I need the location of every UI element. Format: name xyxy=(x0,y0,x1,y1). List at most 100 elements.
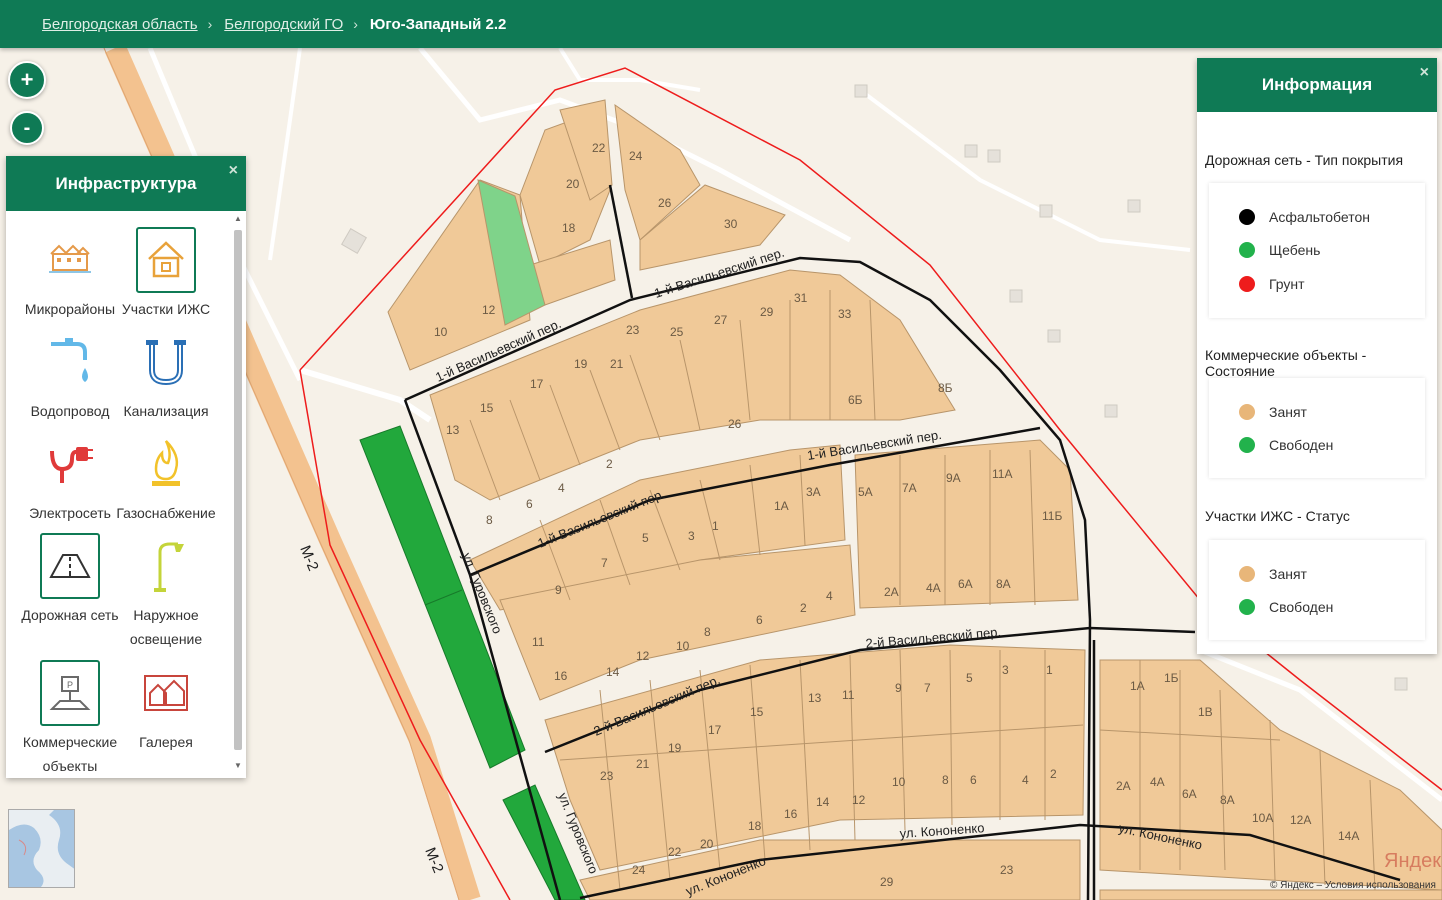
infra-item-lighting[interactable]: Наружное освещение xyxy=(112,533,220,651)
plot-number: 16 xyxy=(554,669,568,683)
infrastructure-grid: Микрорайоны Участки ИЖС Водопровод Канал… xyxy=(6,211,230,778)
plot-number: 8 xyxy=(704,625,711,639)
info-panel-title: Информация xyxy=(1261,75,1373,94)
infra-item-water[interactable]: Водопровод xyxy=(16,329,124,423)
minimap-image xyxy=(9,810,74,887)
map-copyright[interactable]: © Яндекс – Условия использования xyxy=(1270,880,1436,891)
legend-label: Свободен xyxy=(1269,437,1334,453)
legend-card-commercial: Занят Свободен xyxy=(1209,378,1425,478)
infra-item-label: Микрорайоны xyxy=(24,301,116,317)
plot-number: 7 xyxy=(601,556,608,570)
legend-item: Свободен xyxy=(1239,437,1333,453)
plot-number: 17 xyxy=(530,377,544,391)
legend-item: Щебень xyxy=(1239,242,1320,258)
legend-label: Асфальтобетон xyxy=(1269,209,1371,225)
infra-item-gallery[interactable]: Галерея xyxy=(112,660,220,754)
legend-label: Занят xyxy=(1269,404,1307,420)
plot-number: 4А xyxy=(926,581,941,595)
power-plug-icon xyxy=(40,431,100,497)
plot-number: 26 xyxy=(658,196,672,210)
plot-number: 19 xyxy=(574,357,588,371)
plot-number: 33 xyxy=(838,307,852,321)
plot-number: 6 xyxy=(970,773,977,787)
plot-number: 12 xyxy=(482,303,496,317)
legend-section-title: Коммерческие объекты - Состояние xyxy=(1205,347,1367,379)
plot-number: 19 xyxy=(668,741,682,755)
infra-item-label: Наружное освещение xyxy=(129,607,203,647)
legend-item: Занят xyxy=(1239,566,1307,582)
plot-number: 30 xyxy=(724,217,738,231)
legend-label: Щебень xyxy=(1269,242,1321,258)
plot-number: 5 xyxy=(642,531,649,545)
plot-number: 10 xyxy=(892,775,906,789)
street-lamp-icon xyxy=(136,533,196,599)
plot-number: 23 xyxy=(626,323,640,337)
plot-number: 1 xyxy=(1046,663,1053,677)
plot-number: 9 xyxy=(555,583,562,597)
plot-number: 6А xyxy=(1182,787,1197,801)
legend-dot xyxy=(1239,566,1255,582)
zoom-out-button[interactable]: - xyxy=(10,111,44,145)
minimap[interactable] xyxy=(8,809,75,888)
plot-number: 7 xyxy=(924,681,931,695)
legend-dot xyxy=(1239,437,1255,453)
plot-number: 10А xyxy=(1252,811,1273,825)
breadcrumb-link-region[interactable]: Белгородская область xyxy=(42,16,198,33)
legend-dot xyxy=(1239,276,1255,292)
info-panel-header: Информация × xyxy=(1197,58,1437,112)
plot-number: 20 xyxy=(566,177,580,191)
plot-number: 26 xyxy=(728,417,742,431)
plot-number: 1 xyxy=(712,519,719,533)
infra-item-gas[interactable]: Газоснабжение xyxy=(112,431,220,525)
plot-number: 24 xyxy=(632,863,646,877)
breadcrumb: Белгородская область › Белгородский ГО ›… xyxy=(0,0,1442,48)
plot-number: 8А xyxy=(996,577,1011,591)
breadcrumb-link-district[interactable]: Белгородский ГО xyxy=(224,16,343,33)
plot-number: 27 xyxy=(714,313,728,327)
infra-item-label: Галерея xyxy=(139,734,193,750)
infrastructure-scrollbar[interactable]: ▲ ▼ xyxy=(232,214,244,774)
plot-number: 10 xyxy=(434,325,448,339)
scroll-up-icon[interactable]: ▲ xyxy=(234,214,242,223)
plot-number: 13 xyxy=(446,423,460,437)
legend-card-plots: Занят Свободен xyxy=(1209,540,1425,640)
plot-number: 25 xyxy=(670,325,684,339)
plot-number: 23 xyxy=(1000,863,1014,877)
plot-number: 11 xyxy=(842,688,855,702)
legend-item: Грунт xyxy=(1239,276,1305,292)
plot-number: 16 xyxy=(784,807,798,821)
plot-number: 12 xyxy=(636,649,650,663)
plot-number: 4 xyxy=(826,589,833,603)
infra-item-label: Коммерческие объекты xyxy=(22,734,118,774)
close-icon[interactable]: × xyxy=(1420,64,1429,82)
zoom-in-button[interactable]: + xyxy=(8,61,46,99)
house-plot-icon xyxy=(136,227,196,293)
legend-section-title: Дорожная сеть - Тип покрытия xyxy=(1205,152,1404,168)
infra-item-microdistricts[interactable]: Микрорайоны xyxy=(16,227,124,321)
plot-number: 1А xyxy=(774,499,789,513)
infra-item-roads[interactable]: Дорожная сеть xyxy=(16,533,124,627)
plot-number: 29 xyxy=(760,305,774,319)
legend-dot xyxy=(1239,209,1255,225)
plot-number: 7А xyxy=(902,481,917,495)
scroll-thumb[interactable] xyxy=(234,230,242,750)
plot-number: 22 xyxy=(592,141,606,155)
plot-number: 12А xyxy=(1290,813,1311,827)
close-icon[interactable]: × xyxy=(229,162,238,180)
infra-item-house-plots[interactable]: Участки ИЖС xyxy=(112,227,220,321)
chevron-right-icon: › xyxy=(353,16,358,32)
plot-number: 8А xyxy=(1220,793,1235,807)
infra-item-sewer[interactable]: Канализация xyxy=(112,329,220,423)
scroll-down-icon[interactable]: ▼ xyxy=(234,761,242,770)
plot-number: 18 xyxy=(562,221,576,235)
infra-item-commercial[interactable]: P Коммерческие объекты xyxy=(16,660,124,778)
plot-number: 2 xyxy=(800,601,807,615)
plot-number: 2 xyxy=(606,457,613,471)
plot-number: 2А xyxy=(1116,779,1131,793)
plot-number: 11 xyxy=(532,635,545,649)
infra-item-power[interactable]: Электросеть xyxy=(16,431,124,525)
legend-label: Занят xyxy=(1269,566,1307,582)
plot-number: 4А xyxy=(1150,775,1165,789)
plot-number: 9 xyxy=(895,681,902,695)
water-tap-icon xyxy=(40,329,100,395)
